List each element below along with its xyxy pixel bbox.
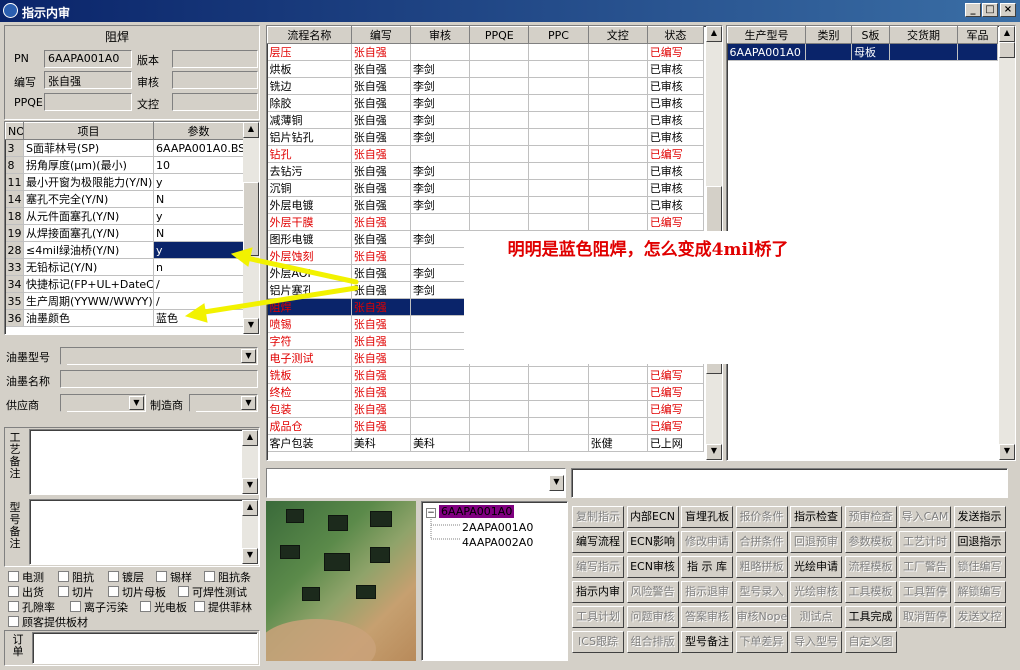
arrow-to-param-row xyxy=(239,254,359,285)
action-button[interactable]: 答案审核 xyxy=(681,606,733,628)
pcb-photo xyxy=(266,501,416,661)
action-button[interactable]: 回退指示 xyxy=(953,531,1006,553)
action-button[interactable]: 回退预审 xyxy=(790,531,842,553)
action-button[interactable]: 盲埋孔板 xyxy=(681,506,733,528)
action-button[interactable]: 问题审核 xyxy=(626,606,679,628)
action-button[interactable]: ECN审核 xyxy=(626,556,679,578)
action-button[interactable]: 流程模板 xyxy=(844,556,897,578)
action-button[interactable]: 审核Nope xyxy=(735,606,788,628)
action-button[interactable]: 编写指示 xyxy=(572,556,624,578)
arrow-head-icon xyxy=(230,247,253,267)
action-button[interactable]: 指示内审 xyxy=(572,581,624,603)
arrow-to-ink-color-row xyxy=(195,285,359,316)
action-button[interactable]: 工具计划 xyxy=(572,606,624,628)
action-button[interactable]: ECN影响 xyxy=(626,531,679,553)
action-button[interactable]: 风险警告 xyxy=(626,581,679,603)
tree-lines xyxy=(430,517,460,540)
action-button[interactable]: 工艺计时 xyxy=(899,531,951,553)
tree-child-node[interactable]: 4AAPA002A0 xyxy=(462,536,533,549)
arrow-head-icon xyxy=(184,303,208,323)
action-button[interactable]: 指示退审 xyxy=(681,581,733,603)
action-button[interactable]: 测试点 xyxy=(790,606,842,628)
action-button[interactable]: 工具完成 xyxy=(844,606,897,628)
action-button[interactable]: 合拼条件 xyxy=(735,531,788,553)
action-button[interactable]: 修改申请 xyxy=(681,531,733,553)
flow-filter-select[interactable]: ▼ xyxy=(266,468,566,498)
action-button[interactable]: 指示检查 xyxy=(790,506,842,528)
status-input[interactable] xyxy=(571,468,1008,498)
action-button[interactable]: 组合排版 xyxy=(626,631,679,653)
model-tree[interactable]: − 6AAPA001A0 2AAPA001A0 4AAPA002A0 xyxy=(421,501,568,661)
action-button[interactable]: 工具模板 xyxy=(844,581,897,603)
action-button[interactable]: 型号备注 xyxy=(681,631,733,653)
action-button[interactable]: 发送文控 xyxy=(953,606,1006,628)
action-button[interactable]: 下单差异 xyxy=(735,631,788,653)
action-button[interactable]: 解锁编写 xyxy=(953,581,1006,603)
action-button[interactable]: 导入型号 xyxy=(790,631,842,653)
action-button[interactable]: 预审检查 xyxy=(844,506,897,528)
action-button[interactable]: 工厂警告 xyxy=(899,556,951,578)
action-button[interactable]: 锁住编写 xyxy=(953,556,1006,578)
action-button[interactable]: 自定义图 xyxy=(844,631,897,653)
action-button[interactable]: 复制指示 xyxy=(572,506,624,528)
action-button[interactable]: 型号录入 xyxy=(735,581,788,603)
action-button[interactable]: 取消暂停 xyxy=(899,606,951,628)
action-button[interactable]: 编写流程 xyxy=(572,531,624,553)
dropdown-arrow-icon[interactable]: ▼ xyxy=(549,475,564,491)
action-button[interactable]: 发送指示 xyxy=(953,506,1006,528)
action-button[interactable]: 光绘申请 xyxy=(790,556,842,578)
action-button[interactable]: 光绘审核 xyxy=(790,581,842,603)
action-button[interactable]: 工具暂停 xyxy=(899,581,951,603)
tree-child-node[interactable]: 2AAPA001A0 xyxy=(462,521,533,534)
action-button[interactable]: 参数模板 xyxy=(844,531,897,553)
action-button[interactable]: 指 示 库 xyxy=(681,556,733,578)
action-button[interactable]: 报价条件 xyxy=(735,506,788,528)
action-button[interactable]: 粗略拼板 xyxy=(735,556,788,578)
action-button[interactable]: 导入CAM xyxy=(899,506,951,528)
action-button[interactable]: 内部ECN xyxy=(626,506,679,528)
action-button[interactable]: ICS跟踪 xyxy=(572,631,624,653)
